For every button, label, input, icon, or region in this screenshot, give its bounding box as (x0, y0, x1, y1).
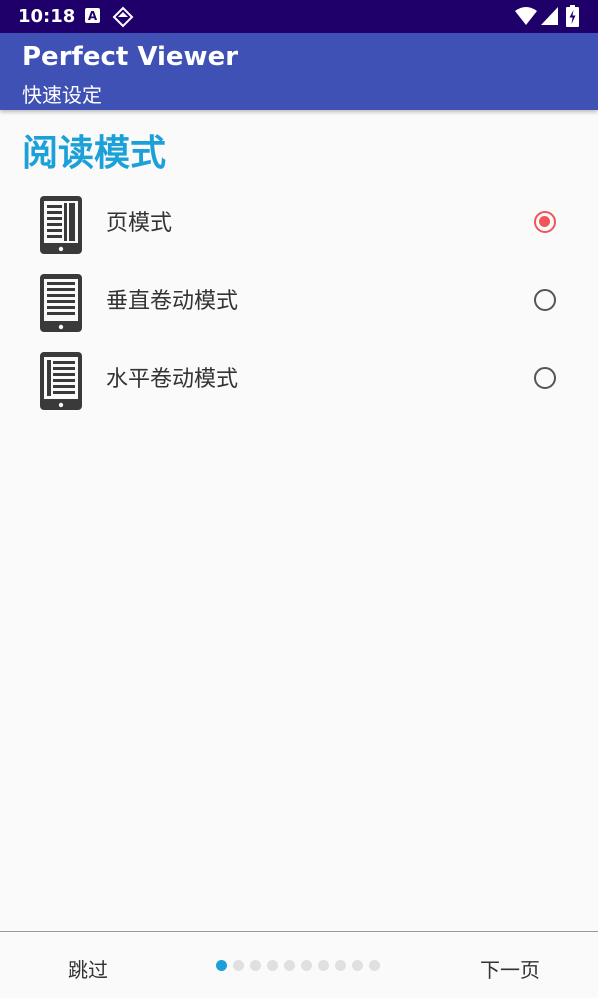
status-bar: 10:18 A (0, 0, 598, 33)
vertical-scroll-mode-icon (40, 274, 82, 332)
page-indicator (216, 960, 380, 971)
page-dot (318, 960, 329, 971)
screen: 10:18 A Perfect Viewer 快速设定 阅读模式 页模式 垂直卷… (0, 0, 598, 998)
option-label: 垂直卷动模式 (106, 289, 239, 314)
page-dot (352, 960, 363, 971)
page-dot (216, 960, 227, 971)
page-dot (335, 960, 346, 971)
option-page-mode[interactable]: 页模式 (0, 192, 598, 268)
bottom-bar: 跳过 下一页 (0, 931, 598, 998)
skip-button[interactable]: 跳过 (68, 954, 108, 983)
wifi-icon (515, 7, 537, 25)
option-vertical-scroll-mode[interactable]: 垂直卷动模式 (0, 270, 598, 346)
a-notification-icon: A (85, 8, 100, 23)
battery-charging-icon (566, 5, 579, 27)
app-subtitle: 快速设定 (22, 83, 102, 107)
page-dot (233, 960, 244, 971)
signal-icon (541, 7, 558, 25)
section-title: 阅读模式 (22, 133, 167, 174)
page-mode-icon (40, 196, 82, 254)
status-time: 10:18 (18, 6, 76, 27)
radio-horizontal-scroll-mode[interactable] (534, 367, 556, 389)
radio-page-mode[interactable] (534, 211, 556, 233)
page-dot (250, 960, 261, 971)
page-dot (284, 960, 295, 971)
app-title: Perfect Viewer (22, 42, 239, 72)
option-horizontal-scroll-mode[interactable]: 水平卷动模式 (0, 348, 598, 424)
horizontal-scroll-mode-icon (40, 352, 82, 410)
page-dot (369, 960, 380, 971)
page-dot (267, 960, 278, 971)
app-bar: Perfect Viewer 快速设定 (0, 33, 598, 110)
option-label: 水平卷动模式 (106, 367, 239, 392)
radio-vertical-scroll-mode[interactable] (534, 289, 556, 311)
page-dot (301, 960, 312, 971)
next-page-button[interactable]: 下一页 (480, 954, 540, 983)
option-label: 页模式 (106, 211, 173, 236)
diamond-icon (112, 6, 134, 28)
